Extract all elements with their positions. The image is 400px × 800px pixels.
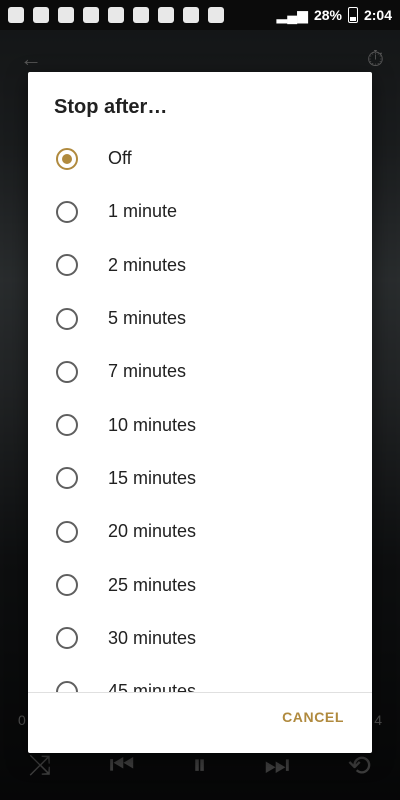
option-label: 20 minutes: [108, 521, 197, 542]
option-list[interactable]: Off 1 minute 2 minutes 5 minutes 7 minutes 10…: [28, 132, 372, 693]
radio-button[interactable]: [56, 200, 78, 223]
dialog-title: Stop after…: [54, 96, 168, 118]
option-row[interactable]: Off: [28, 132, 372, 185]
messages-icon: [8, 7, 24, 23]
radio-button[interactable]: [56, 520, 78, 543]
option-label: 1 minute: [108, 201, 178, 222]
option-label: 2 minutes: [108, 254, 187, 275]
option-label: 5 minutes: [108, 308, 187, 329]
option-row[interactable]: 20 minutes: [28, 505, 372, 558]
option-row[interactable]: 7 minutes: [28, 345, 372, 398]
code-icon-2: [108, 7, 124, 23]
code-icon: [83, 7, 99, 23]
option-row[interactable]: 5 minutes: [28, 292, 372, 345]
option-label: 7 minutes: [108, 361, 187, 382]
option-row[interactable]: 25 minutes: [28, 558, 372, 611]
n-app-icon: [133, 7, 149, 23]
battery-percent: 28%: [313, 7, 342, 23]
option-label: 30 minutes: [108, 627, 197, 648]
radio-button[interactable]: [56, 254, 78, 277]
radio-button[interactable]: [56, 147, 78, 170]
usb-icon: [183, 7, 199, 23]
radio-button[interactable]: [56, 574, 78, 597]
pinterest-icon: [58, 7, 74, 23]
radio-button[interactable]: [56, 467, 78, 490]
music-icon: [33, 7, 49, 23]
clock: 2:04: [363, 7, 392, 23]
system-status: ▂▄▆ 28% 2:04: [276, 7, 392, 24]
cancel-button[interactable]: CANCEL: [282, 703, 344, 731]
option-row[interactable]: 10 minutes: [28, 398, 372, 451]
radio-button[interactable]: [56, 680, 78, 692]
notification-icons: [8, 7, 224, 23]
sleep-timer-dialog: Stop after… Off 1 minute 2 minutes 5 minute…: [28, 72, 372, 753]
radio-button[interactable]: [56, 627, 78, 650]
radio-button[interactable]: [56, 307, 78, 330]
radio-button[interactable]: [56, 414, 78, 437]
option-label: 15 minutes: [108, 467, 197, 488]
radio-button[interactable]: [56, 360, 78, 383]
option-label: 25 minutes: [108, 574, 197, 595]
option-row[interactable]: 15 minutes: [28, 452, 372, 505]
battery-icon: [347, 7, 358, 23]
option-row[interactable]: 45 minutes: [28, 665, 372, 693]
option-label: Off: [108, 148, 132, 169]
option-label: 10 minutes: [108, 414, 197, 435]
status-bar: ▂▄▆ 28% 2:04: [0, 0, 400, 30]
signal-icon: ▂▄▆: [276, 6, 308, 23]
play-icon: [158, 7, 174, 23]
option-row[interactable]: 2 minutes: [28, 239, 372, 292]
option-row[interactable]: 1 minute: [28, 185, 372, 238]
option-label: 45 minutes: [108, 681, 197, 693]
play-icon-2: [208, 7, 224, 23]
option-row[interactable]: 30 minutes: [28, 612, 372, 665]
